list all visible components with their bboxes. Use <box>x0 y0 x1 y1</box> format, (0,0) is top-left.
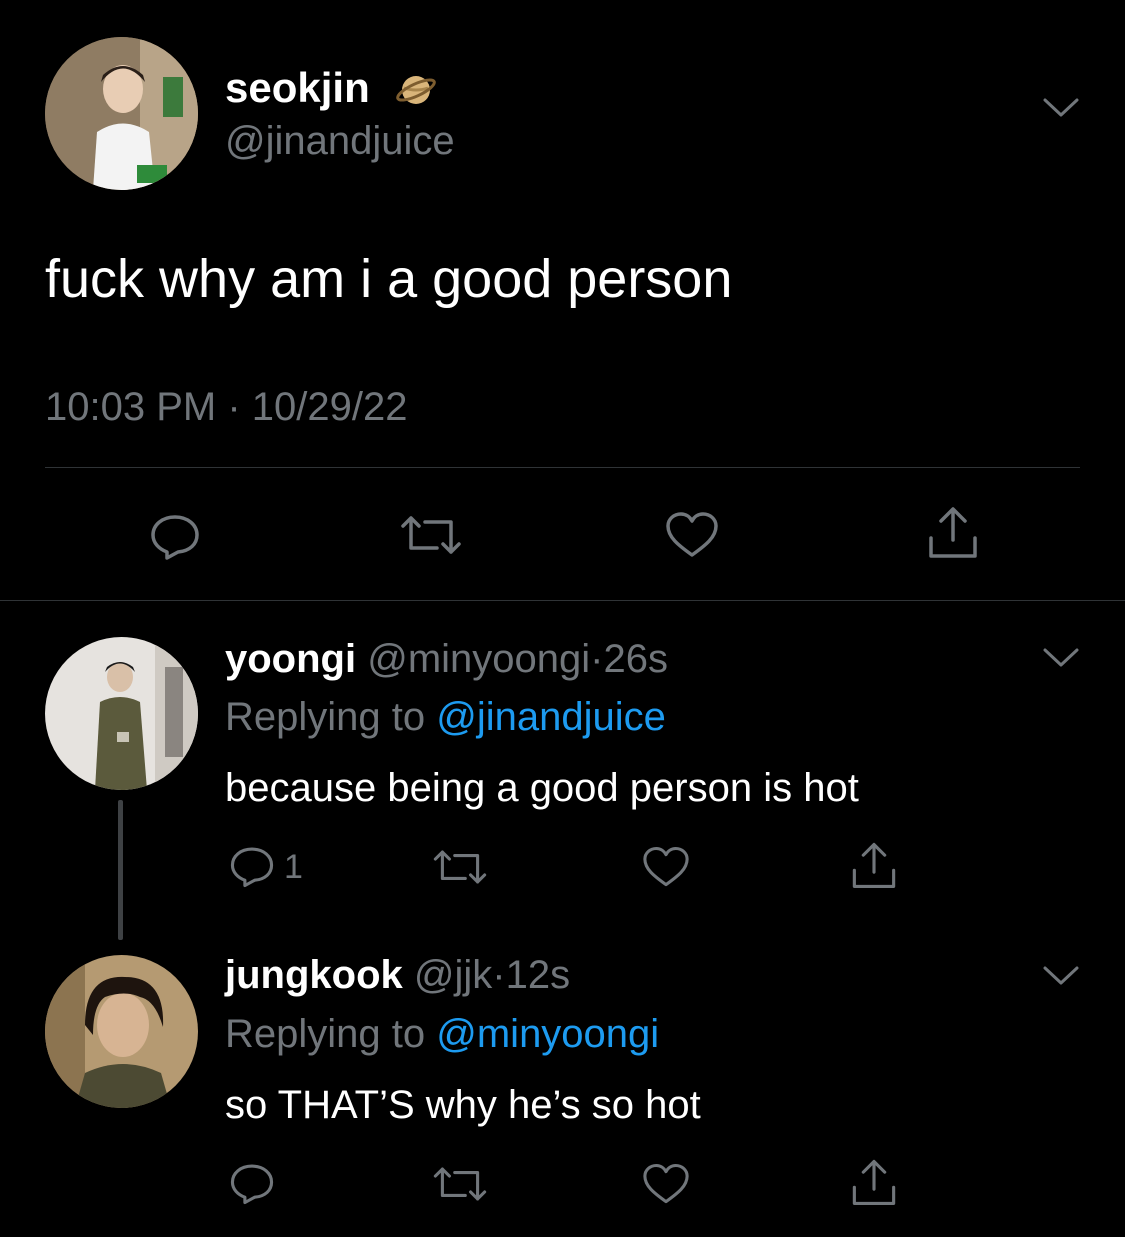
like-icon[interactable] <box>641 845 691 889</box>
chevron-down-icon[interactable] <box>1041 963 1081 989</box>
replying-to-handle[interactable]: @minyoongi <box>436 1012 659 1056</box>
chevron-down-icon[interactable] <box>1041 95 1081 121</box>
chevron-down-icon[interactable] <box>1041 645 1081 671</box>
section-divider <box>0 600 1125 601</box>
retweet-icon[interactable] <box>397 510 465 560</box>
reply-header: yoongi @minyoongi·26s <box>225 636 668 682</box>
avatar[interactable] <box>45 637 198 790</box>
reply-icon[interactable] <box>228 844 276 888</box>
display-name[interactable]: yoongi <box>225 637 356 681</box>
replying-to-line: Replying to @jinandjuice <box>225 694 666 740</box>
tweet-date[interactable]: 10/29/22 <box>252 385 408 429</box>
share-icon[interactable] <box>849 1157 899 1207</box>
handle[interactable]: @jinandjuice <box>225 118 455 164</box>
replying-to-label: Replying to <box>225 695 426 739</box>
divider <box>45 467 1080 468</box>
replying-to-label: Replying to <box>225 1012 426 1056</box>
avatar[interactable] <box>45 955 198 1108</box>
like-icon[interactable] <box>641 1162 691 1206</box>
reply-icon[interactable] <box>228 1161 276 1205</box>
display-name[interactable]: jungkook <box>225 953 403 997</box>
share-icon[interactable] <box>849 840 899 890</box>
retweet-icon[interactable] <box>430 845 490 889</box>
display-name[interactable]: seokjin <box>225 64 370 112</box>
tweet-text: fuck why am i a good person <box>45 249 733 309</box>
handle[interactable]: @jjk <box>414 953 492 997</box>
handle[interactable]: @minyoongi <box>367 637 590 681</box>
reply-header: jungkook @jjk·12s <box>225 952 570 998</box>
tweet-age[interactable]: 12s <box>506 953 571 997</box>
separator: · <box>590 637 604 681</box>
thread-line <box>118 800 123 940</box>
tweet-time[interactable]: 10:03 PM <box>45 385 216 429</box>
share-icon[interactable] <box>925 504 981 560</box>
separator: · <box>227 385 241 429</box>
replying-to-handle[interactable]: @jinandjuice <box>436 695 666 739</box>
replying-to-line: Replying to @minyoongi <box>225 1011 659 1057</box>
timestamp: 10:03 PM · 10/29/22 <box>45 384 408 430</box>
tweet-age[interactable]: 26s <box>603 637 668 681</box>
reply-text: because being a good person is hot <box>225 766 859 810</box>
separator: · <box>492 953 506 997</box>
reply-icon[interactable] <box>148 512 202 560</box>
like-icon[interactable] <box>664 510 720 560</box>
retweet-icon[interactable] <box>430 1162 490 1206</box>
reply-text: so THAT’S why he’s so hot <box>225 1083 701 1127</box>
avatar[interactable] <box>45 37 198 190</box>
reply-count: 1 <box>284 848 303 886</box>
planet-emoji-icon <box>396 66 436 115</box>
